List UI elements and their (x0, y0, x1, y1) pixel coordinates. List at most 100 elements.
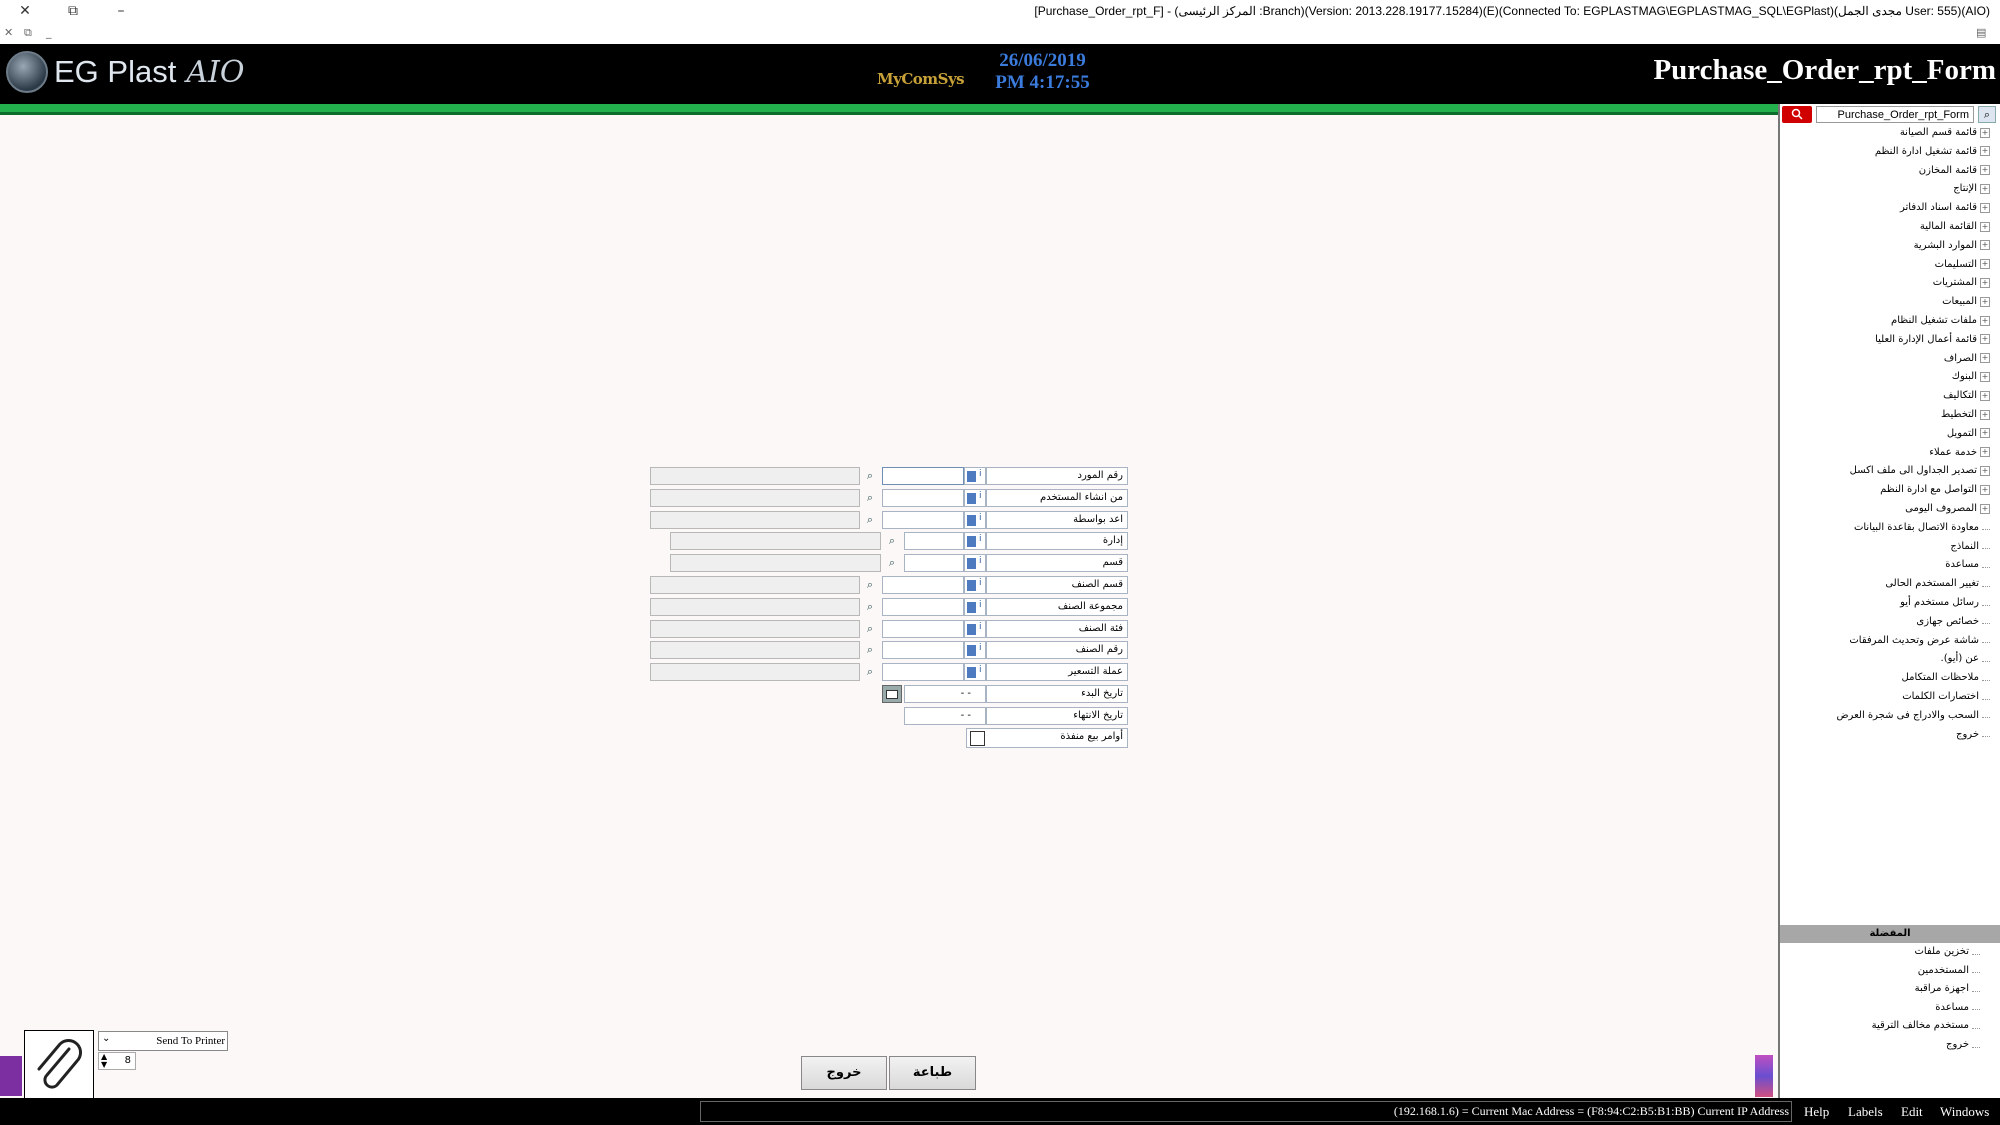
expand-plus-icon[interactable]: + (1980, 259, 1990, 270)
books-icon[interactable] (1755, 1055, 1773, 1097)
search-icon[interactable]: ⌕ (860, 620, 880, 638)
field-code-input[interactable] (882, 663, 964, 682)
field-info-button[interactable]: i (964, 597, 986, 616)
expand-plus-icon[interactable]: + (1980, 484, 1990, 495)
field-info-button[interactable]: i (964, 532, 986, 551)
printer-select[interactable]: ⌄ Send To Printer (98, 1031, 228, 1051)
menu-windows[interactable]: Windows (1940, 1104, 1989, 1120)
tree-item[interactable]: + تصدير الجداول الى ملف اكسل (1850, 465, 1990, 476)
field-code-input[interactable] (882, 488, 964, 507)
expand-plus-icon[interactable]: + (1980, 428, 1990, 439)
field-code-input[interactable] (882, 597, 964, 616)
exit-button[interactable]: خروج (801, 1056, 887, 1090)
executed-orders-checkbox[interactable] (970, 731, 985, 746)
expand-plus-icon[interactable]: + (1980, 277, 1990, 288)
search-icon[interactable]: ⌕ (860, 598, 880, 616)
field-info-button[interactable]: i (964, 641, 986, 660)
tree-item[interactable]: + خدمة عملاء (1929, 447, 1990, 458)
copies-stepper[interactable]: ▲ ▼ 8 (98, 1052, 136, 1070)
tree-item[interactable]: + الموارد البشرية (1914, 240, 1990, 251)
tree-item[interactable]: + التواصل مع ادارة النظم (1880, 484, 1990, 495)
mdi-close-icon[interactable]: ✕ (4, 26, 13, 39)
expand-plus-icon[interactable]: + (1980, 202, 1990, 213)
tree-item[interactable]: + الإنتاج (1953, 183, 1990, 194)
field-code-input[interactable] (904, 532, 964, 551)
expand-plus-icon[interactable]: + (1980, 165, 1990, 176)
tree-item[interactable]: + قائمة تشغيل ادارة النظم (1875, 146, 1990, 157)
field-code-input[interactable] (882, 619, 964, 638)
tree-item[interactable]: معاودة الاتصال بقاعدة البيانات (1854, 522, 1990, 533)
menu-search-input[interactable]: Purchase_Order_rpt_Form (1816, 106, 1974, 123)
search-icon[interactable]: ⌕ (860, 576, 880, 594)
favorite-item[interactable]: خروج (1946, 1039, 1980, 1050)
expand-plus-icon[interactable]: + (1980, 503, 1990, 514)
expand-plus-icon[interactable]: + (1980, 240, 1990, 251)
field-code-input[interactable] (904, 554, 964, 573)
expand-plus-icon[interactable]: + (1980, 390, 1990, 401)
field-code-input[interactable] (882, 510, 964, 529)
expand-plus-icon[interactable]: + (1980, 221, 1990, 232)
tree-item[interactable]: + قائمة المخازن (1919, 165, 1990, 176)
attachment-button[interactable] (24, 1030, 94, 1100)
expand-plus-icon[interactable]: + (1980, 353, 1990, 364)
expand-plus-icon[interactable]: + (1980, 371, 1990, 382)
mdi-minimize-icon[interactable]: _ (46, 26, 52, 39)
calendar-icon[interactable] (882, 685, 902, 703)
tree-item[interactable]: شاشة عرض وتحديث المرفقات (1849, 635, 1990, 646)
expand-plus-icon[interactable]: + (1980, 146, 1990, 157)
start-date-input[interactable]: - - (904, 685, 986, 703)
field-info-button[interactable]: i (964, 576, 986, 594)
field-code-input[interactable] (882, 641, 964, 660)
expand-plus-icon[interactable]: + (1980, 447, 1990, 458)
tree-item[interactable]: + الصراف (1944, 353, 1990, 364)
mdi-restore-icon[interactable]: ⧉ (24, 26, 32, 40)
tree-item[interactable]: ملاحظات المتكامل (1902, 672, 1990, 683)
field-info-button[interactable]: i (964, 554, 986, 573)
tree-item[interactable]: + التخطيط (1941, 409, 1990, 420)
stepper-down-icon[interactable]: ▼ (101, 1060, 107, 1069)
expand-plus-icon[interactable]: + (1980, 409, 1990, 420)
field-code-input[interactable] (882, 467, 964, 485)
menu-labels[interactable]: Labels (1848, 1104, 1883, 1120)
tree-item[interactable]: + قائمة اسناد الدفاتر (1900, 202, 1990, 213)
tree-item[interactable]: + التسليمات (1935, 259, 1990, 270)
field-info-button[interactable]: i (964, 663, 986, 682)
menu-help[interactable]: Help (1804, 1104, 1829, 1120)
search-icon[interactable]: ⌕ (1978, 106, 1996, 123)
search-icon[interactable]: ⌕ (860, 489, 880, 507)
menu-edit[interactable]: Edit (1901, 1104, 1923, 1120)
field-info-button[interactable]: i (964, 488, 986, 507)
app-side-icon[interactable] (0, 1056, 22, 1096)
tree-item[interactable]: خروج (1956, 729, 1990, 740)
expand-plus-icon[interactable]: + (1980, 334, 1990, 345)
field-code-input[interactable] (882, 576, 964, 594)
field-info-button[interactable]: i (964, 467, 986, 485)
print-button[interactable]: طباعة (889, 1056, 976, 1090)
search-icon[interactable]: ⌕ (860, 663, 880, 681)
tree-item[interactable]: + التكاليف (1943, 390, 1990, 401)
field-info-button[interactable]: i (964, 510, 986, 529)
search-icon[interactable]: ⌕ (882, 554, 902, 572)
tree-item[interactable]: تغيير المستخدم الحالى (1885, 578, 1990, 589)
search-go-button[interactable] (1782, 106, 1812, 123)
tree-item[interactable]: + القائمة المالية (1920, 221, 1990, 232)
search-icon[interactable]: ⌕ (860, 467, 880, 485)
tree-item[interactable]: + المبيعات (1942, 296, 1990, 307)
search-icon[interactable]: ⌕ (882, 532, 902, 550)
tree-item[interactable]: + قائمة أعمال الإدارة العليا (1875, 334, 1990, 345)
end-date-input[interactable]: - - (904, 707, 986, 725)
favorite-item[interactable]: تخزين ملفات (1914, 946, 1980, 957)
restore-window-icon[interactable]: ⧉ (50, 0, 96, 22)
tree-item[interactable]: + المشتريات (1933, 277, 1990, 288)
tree-item[interactable]: + قائمة قسم الصيانة (1900, 127, 1990, 138)
tree-item[interactable]: اختصارات الكلمات (1902, 691, 1990, 702)
close-window-icon[interactable]: ✕ (2, 0, 48, 22)
tree-item[interactable]: خصائص جهازى (1916, 616, 1990, 627)
tree-item[interactable]: عن (أيو). (1941, 653, 1990, 664)
field-info-button[interactable]: i (964, 619, 986, 638)
favorite-item[interactable]: المستخدمين (1918, 965, 1980, 976)
tree-item[interactable]: النماذج (1950, 541, 1990, 552)
tree-item[interactable]: + التمويل (1947, 428, 1990, 439)
expand-plus-icon[interactable]: + (1980, 127, 1990, 138)
tree-item[interactable]: مساعدة (1945, 559, 1990, 570)
